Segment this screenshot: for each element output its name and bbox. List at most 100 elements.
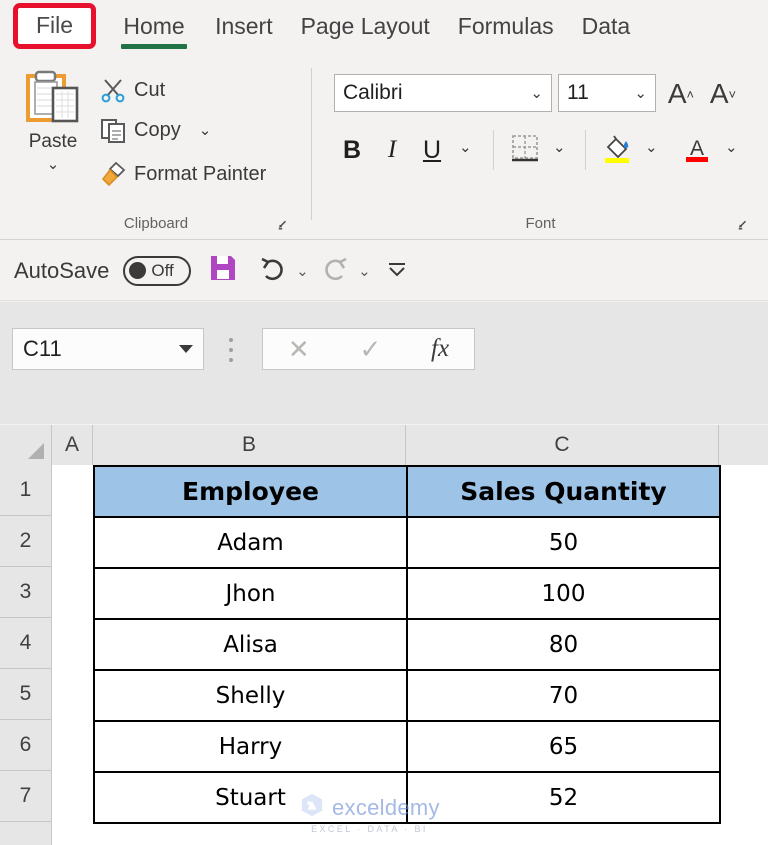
paste-chevron-down-icon[interactable]: ⌄	[47, 155, 60, 173]
format-painter-label: Format Painter	[134, 162, 267, 185]
tab-formulas[interactable]: Formulas	[458, 0, 554, 40]
underline-button[interactable]: U	[415, 130, 449, 170]
tab-home-label: Home	[123, 13, 185, 39]
format-painter-button[interactable]: Format Painter	[100, 158, 266, 190]
font-name-chevron-down-icon[interactable]: ⌄	[530, 84, 543, 102]
cut-button[interactable]: Cut	[100, 74, 165, 106]
tab-insert[interactable]: Insert	[215, 0, 273, 40]
autosave-toggle[interactable]: Off	[123, 255, 192, 286]
clipboard-dialog-launcher-icon[interactable]: ⭹	[278, 216, 294, 232]
autosave-label: AutoSave	[14, 257, 110, 283]
active-tab-indicator	[121, 44, 188, 49]
confirm-entry-icon[interactable]: ✓	[359, 334, 381, 365]
formula-bar-actions: ✕ ✓ fx	[262, 328, 475, 370]
customize-quick-access-toolbar-button[interactable]	[379, 253, 415, 289]
cell-c7[interactable]: 52	[406, 771, 721, 824]
name-box-dropdown-icon[interactable]	[179, 345, 193, 353]
cell-b5[interactable]: Shelly	[93, 669, 408, 722]
column-header-c[interactable]: C	[406, 425, 719, 465]
cell-b3[interactable]: Jhon	[93, 567, 408, 620]
save-button[interactable]	[205, 253, 241, 289]
save-disk-icon	[208, 253, 238, 288]
font-color-button[interactable]: A	[677, 130, 717, 170]
paintbrush-icon	[100, 161, 126, 187]
borders-chevron-down-icon[interactable]: ⌄	[553, 138, 566, 156]
cell-b6[interactable]: Harry	[93, 720, 408, 773]
increase-font-size-button[interactable]: A ˄	[663, 76, 699, 112]
row-header-8[interactable]	[0, 822, 52, 845]
borders-button[interactable]	[505, 130, 545, 170]
insert-function-icon[interactable]: fx	[431, 335, 449, 363]
fill-color-chevron-down-icon[interactable]: ⌄	[645, 138, 658, 156]
cell-c4[interactable]: 80	[406, 618, 721, 671]
overflow-chevron-icon	[384, 255, 410, 286]
cell-b7[interactable]: Stuart	[93, 771, 408, 824]
font-color-chevron-down-icon[interactable]: ⌄	[725, 138, 738, 156]
tab-page-layout[interactable]: Page Layout	[301, 0, 430, 40]
undo-chevron-down-icon[interactable]: ⌄	[295, 262, 309, 280]
font-size-combobox[interactable]: 11 ⌄	[558, 74, 656, 112]
undo-button[interactable]	[255, 253, 291, 289]
row-header-4-label: 4	[19, 631, 32, 654]
column-header-a[interactable]: A	[52, 425, 93, 465]
row-header-2[interactable]: 2	[0, 516, 52, 567]
copy-icon	[100, 117, 126, 143]
cell-b4[interactable]: Alisa	[93, 618, 408, 671]
row-header-5[interactable]: 5	[0, 669, 52, 720]
italic-button[interactable]: I	[375, 130, 409, 170]
quick-access-toolbar: AutoSave Off ⌄ ⌄	[0, 241, 768, 301]
cell-b2[interactable]: Adam	[93, 516, 408, 569]
underline-chevron-down-icon[interactable]: ⌄	[459, 138, 472, 156]
row-header-6[interactable]: 6	[0, 720, 52, 771]
scissors-icon	[100, 77, 126, 103]
column-header-b[interactable]: B	[93, 425, 406, 465]
table-row[interactable]: Harry 65	[93, 720, 721, 773]
select-all-button[interactable]	[0, 425, 52, 465]
grip-dot	[229, 358, 233, 362]
bold-label: B	[342, 135, 362, 164]
cell-canvas: Employee Sales Quantity Adam 50 Jhon 100…	[52, 465, 768, 845]
table-row[interactable]: Adam 50	[93, 516, 721, 569]
autosave-state-label: Off	[151, 260, 174, 280]
copy-button[interactable]: Copy ⌄	[100, 114, 211, 146]
font-name-value: Calibri	[343, 81, 403, 104]
tab-home[interactable]: Home	[121, 0, 188, 49]
name-box[interactable]: C11	[12, 328, 204, 370]
table-row[interactable]: Stuart 52	[93, 771, 721, 824]
formula-bar-grip[interactable]	[228, 338, 234, 362]
font-size-chevron-down-icon[interactable]: ⌄	[634, 84, 647, 102]
decrease-font-size-button[interactable]: A ˅	[705, 76, 741, 112]
cell-c3[interactable]: 100	[406, 567, 721, 620]
underline-label: U	[422, 135, 442, 164]
paste-button[interactable]: Paste ⌄	[14, 70, 92, 198]
font-dialog-launcher-icon[interactable]: ⭹	[738, 216, 754, 232]
font-color-icon: A	[682, 133, 712, 168]
row-header-7[interactable]: 7	[0, 771, 52, 822]
row-header-6-label: 6	[19, 733, 32, 756]
row-header-1[interactable]: 1	[0, 465, 52, 516]
row-header-7-label: 7	[19, 784, 32, 807]
table-row[interactable]: Shelly 70	[93, 669, 721, 722]
copy-chevron-down-icon[interactable]: ⌄	[199, 121, 212, 139]
row-header-3[interactable]: 3	[0, 567, 52, 618]
select-all-triangle-icon	[28, 443, 44, 459]
row-header-4[interactable]: 4	[0, 618, 52, 669]
fill-color-button[interactable]	[597, 130, 637, 170]
redo-chevron-down-icon[interactable]: ⌄	[357, 262, 371, 280]
cell-c2[interactable]: 50	[406, 516, 721, 569]
grip-dot	[229, 348, 233, 352]
cancel-entry-icon[interactable]: ✕	[288, 334, 310, 365]
font-name-combobox[interactable]: Calibri ⌄	[334, 74, 552, 112]
formula-bar-area: C11 ✕ ✓ fx	[0, 302, 768, 710]
cell-c6[interactable]: 65	[406, 720, 721, 773]
column-header-d[interactable]	[719, 425, 768, 465]
table-row[interactable]: Jhon 100	[93, 567, 721, 620]
excel-window: File Home Insert Page Layout Formulas Da…	[0, 0, 768, 845]
tab-file[interactable]: File	[13, 3, 97, 49]
redo-button[interactable]	[317, 253, 353, 289]
bold-button[interactable]: B	[335, 130, 369, 170]
table-row[interactable]: Alisa 80	[93, 618, 721, 671]
tab-data[interactable]: Data	[582, 0, 631, 40]
cell-c5[interactable]: 70	[406, 669, 721, 722]
redo-arrow-icon	[320, 253, 350, 288]
